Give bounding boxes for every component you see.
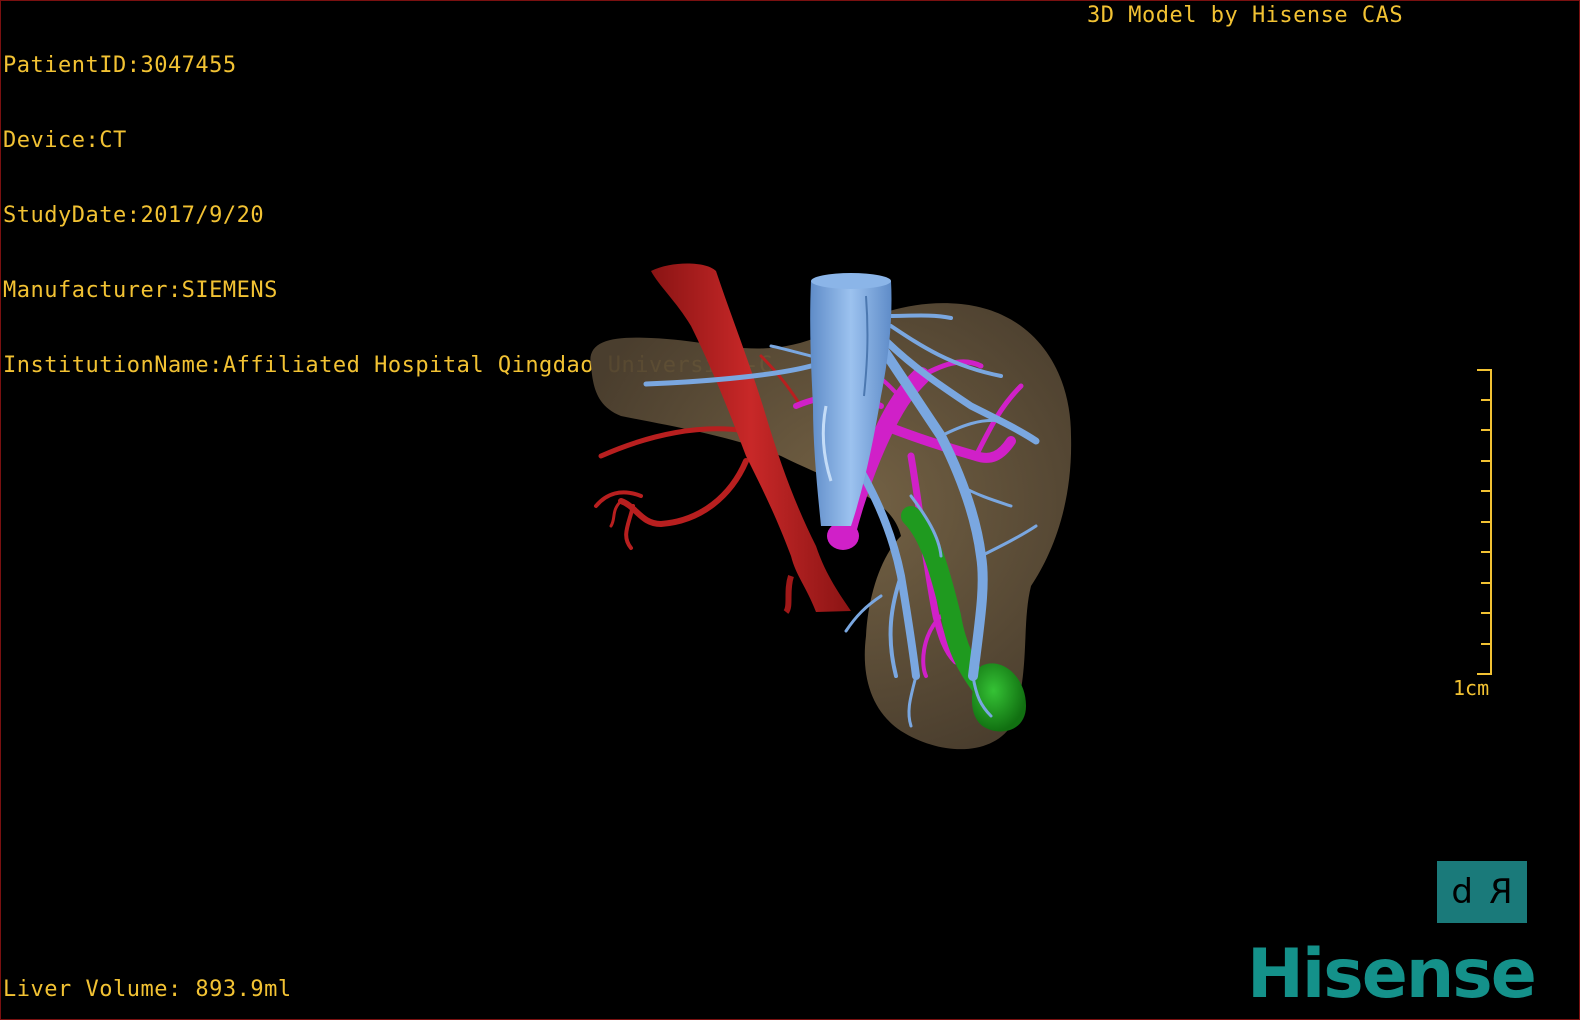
orientation-right-glyph: R [1488,872,1513,912]
orientation-indicator[interactable]: d R [1437,861,1527,923]
liver-volume: Liver Volume: 893.9ml [3,977,292,1002]
model-credit: 3D Model by Hisense CAS [1087,3,1404,28]
device-label: Device:CT [3,128,127,153]
portal-vein-trunk [827,522,859,550]
liver-3d-model[interactable] [581,256,1081,766]
artery-stub [783,575,794,614]
scale-label: 1cm [1453,676,1490,700]
scale-bar [1477,369,1492,675]
patient-id: PatientID:3047455 [3,53,237,78]
orientation-left-glyph: d [1451,872,1473,912]
3d-viewport[interactable]: PatientID:3047455 Device:CT StudyDate:20… [0,0,1580,1020]
study-date: StudyDate:2017/9/20 [3,203,265,228]
hisense-logo: Hisense [1247,935,1537,1014]
